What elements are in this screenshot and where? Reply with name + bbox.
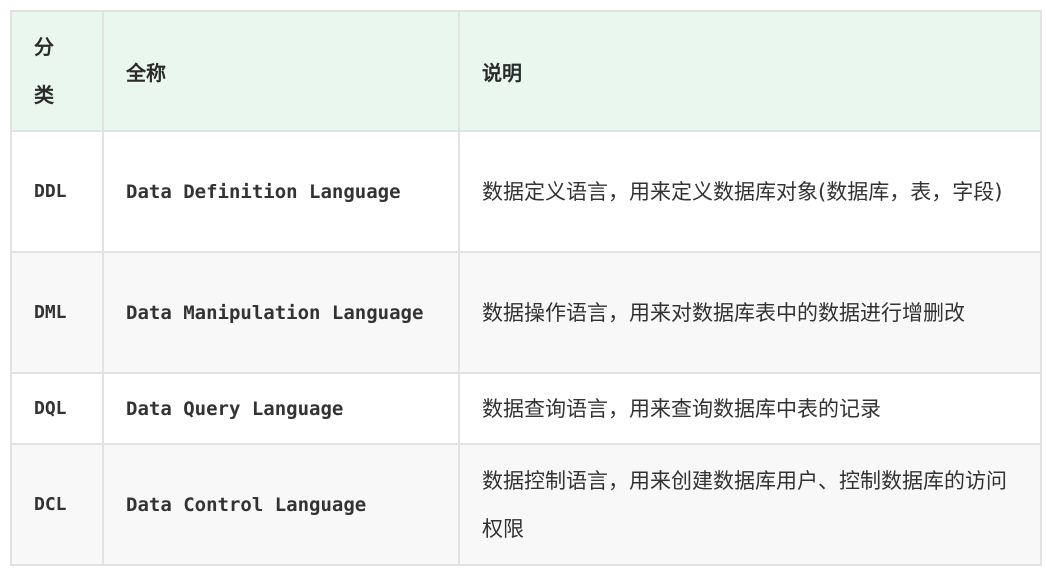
table-body: DDL Data Definition Language 数据定义语言，用来定义… (10, 130, 1042, 566)
table-row: DCL Data Control Language 数据控制语言，用来创建数据库… (10, 443, 1042, 566)
sql-categories-table-container: 分类 全称 说明 DDL Data Definition Language 数据… (10, 10, 1042, 566)
row-description: 数据定义语言，用来定义数据库对象(数据库，表，字段) (458, 130, 1042, 253)
table-row: DML Data Manipulation Language 数据操作语言，用来… (10, 251, 1042, 374)
row-full-name: Data Control Language (102, 443, 460, 566)
table-row: DDL Data Definition Language 数据定义语言，用来定义… (10, 130, 1042, 253)
row-full-name: Data Manipulation Language (102, 251, 460, 374)
sql-categories-table: 分类 全称 说明 DDL Data Definition Language 数据… (10, 10, 1042, 566)
table-header: 分类 全称 说明 (10, 10, 1042, 132)
row-category: DDL (10, 130, 104, 253)
row-full-name: Data Definition Language (102, 130, 460, 253)
header-full-name: 全称 (102, 10, 460, 132)
row-category: DQL (10, 372, 104, 445)
header-description: 说明 (458, 10, 1042, 132)
row-description: 数据控制语言，用来创建数据库用户、控制数据库的访问权限 (458, 443, 1042, 566)
header-row: 分类 全称 说明 (10, 10, 1042, 132)
row-category: DCL (10, 443, 104, 566)
row-category: DML (10, 251, 104, 374)
row-full-name: Data Query Language (102, 372, 460, 445)
header-category: 分类 (10, 10, 104, 132)
row-description: 数据查询语言，用来查询数据库中表的记录 (458, 372, 1042, 445)
table-row: DQL Data Query Language 数据查询语言，用来查询数据库中表… (10, 372, 1042, 445)
row-description: 数据操作语言，用来对数据库表中的数据进行增删改 (458, 251, 1042, 374)
